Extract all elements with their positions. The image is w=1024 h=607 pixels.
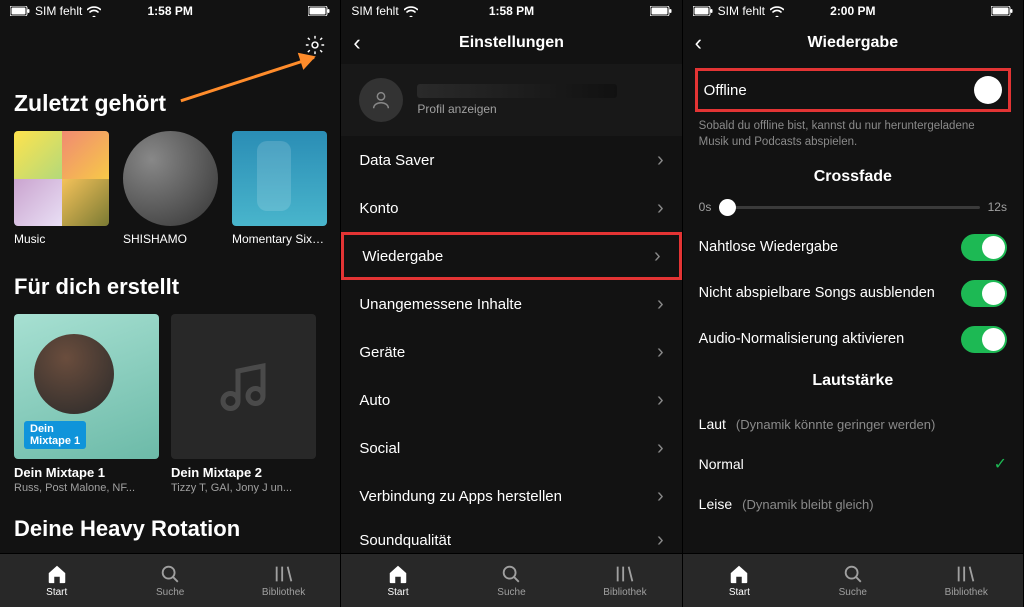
settings-app-connections[interactable]: Verbindung zu Apps herstellen› (341, 472, 681, 520)
offline-description: Sobald du offline bist, kannst du nur he… (699, 118, 1007, 150)
back-button[interactable]: ‹ (695, 30, 719, 56)
section-made-for-you: Für dich erstellt (14, 274, 326, 300)
tab-search[interactable]: Suche (455, 554, 568, 607)
tab-start[interactable]: Start (683, 554, 796, 607)
battery-icon-right (991, 6, 1013, 16)
status-bar: SIM fehlt 1:58 PM (0, 0, 340, 22)
settings-explicit[interactable]: Unangemessene Inhalte› (341, 280, 681, 328)
chevron-right-icon: › (657, 293, 664, 316)
volume-option-quiet[interactable]: Leise(Dynamik bleibt gleich) (699, 484, 1007, 524)
chevron-right-icon: › (654, 245, 661, 268)
battery-icon (693, 6, 713, 16)
avatar (359, 78, 403, 122)
section-heavy-rotation: Deine Heavy Rotation (14, 516, 326, 542)
offline-toggle-row[interactable]: Offline (695, 68, 1011, 112)
profile-name-redacted (417, 84, 617, 98)
chevron-right-icon: › (657, 389, 664, 412)
switch-on[interactable] (961, 234, 1007, 261)
toggle-thumb[interactable] (974, 76, 1002, 104)
settings-data-saver[interactable]: Data Saver› (341, 136, 681, 184)
tab-start[interactable]: Start (0, 554, 113, 607)
profile-view-link: Profil anzeigen (417, 102, 663, 116)
tab-search[interactable]: Suche (796, 554, 909, 607)
toggle-gapless[interactable]: Nahtlose Wiedergabe (699, 224, 1007, 270)
wifi-icon (87, 6, 101, 17)
mixtape-tile[interactable]: Dein Mixtape 2 Tizzy T, GAI, Jony J un..… (171, 314, 316, 494)
settings-social[interactable]: Social› (341, 424, 681, 472)
toggle-hide-unplayable[interactable]: Nicht abspielbare Songs ausblenden (699, 270, 1007, 316)
settings-account[interactable]: Konto› (341, 184, 681, 232)
chevron-right-icon: › (657, 437, 664, 460)
settings-car[interactable]: Auto› (341, 376, 681, 424)
carrier-label: SIM fehlt (35, 4, 82, 18)
tab-library[interactable]: Bibliothek (910, 554, 1023, 607)
battery-icon-right (308, 6, 330, 16)
artist-tile[interactable]: SHISHAMO (123, 131, 218, 246)
tab-start[interactable]: Start (341, 554, 454, 607)
tab-library[interactable]: Bibliothek (568, 554, 681, 607)
chevron-right-icon: › (657, 485, 664, 508)
tab-bar: Start Suche Bibliothek (683, 553, 1023, 607)
section-volume: Lautstärke (699, 372, 1007, 390)
slider-thumb[interactable] (719, 199, 736, 216)
settings-playback[interactable]: Wiedergabe› (341, 232, 681, 280)
playlist-tile[interactable]: Music (14, 131, 109, 246)
check-icon: ✓ (994, 454, 1007, 474)
chevron-right-icon: › (657, 197, 664, 220)
status-bar: SIM fehlt 1:58 PM (341, 0, 681, 22)
volume-option-normal[interactable]: Normal✓ (699, 444, 1007, 484)
crossfade-slider[interactable]: 0s 12s (699, 200, 1007, 214)
status-bar: SIM fehlt 2:00 PM (683, 0, 1023, 22)
battery-icon (10, 6, 30, 16)
mixtape-tile[interactable]: Dein Mixtape 1 Dein Mixtape 1 Russ, Post… (14, 314, 159, 494)
chevron-right-icon: › (657, 529, 664, 552)
page-title: Einstellungen (377, 34, 645, 52)
back-button[interactable]: ‹ (353, 30, 377, 56)
toggle-audio-normalization[interactable]: Audio-Normalisierung aktivieren (699, 316, 1007, 362)
carrier-label: SIM fehlt (351, 4, 398, 18)
page-title: Wiedergabe (719, 34, 987, 52)
album-tile[interactable]: Momentary Sixth Sense (232, 131, 327, 246)
section-recently-played: Zuletzt gehört (14, 90, 326, 117)
tab-bar: Start Suche Bibliothek (0, 553, 340, 607)
carrier-label: SIM fehlt (718, 4, 765, 18)
profile-row[interactable]: Profil anzeigen (341, 64, 681, 136)
section-crossfade: Crossfade (699, 168, 1007, 186)
tab-library[interactable]: Bibliothek (227, 554, 340, 607)
settings-devices[interactable]: Geräte› (341, 328, 681, 376)
wifi-icon (404, 6, 418, 17)
chevron-right-icon: › (657, 341, 664, 364)
tab-bar: Start Suche Bibliothek (341, 553, 681, 607)
wifi-icon (770, 6, 784, 17)
switch-on[interactable] (961, 326, 1007, 353)
settings-sound-quality[interactable]: Soundqualität› (341, 520, 681, 553)
tab-search[interactable]: Suche (113, 554, 226, 607)
switch-on[interactable] (961, 280, 1007, 307)
chevron-right-icon: › (657, 149, 664, 172)
volume-option-loud[interactable]: Laut(Dynamik könnte geringer werden) (699, 404, 1007, 444)
battery-icon-right (650, 6, 672, 16)
